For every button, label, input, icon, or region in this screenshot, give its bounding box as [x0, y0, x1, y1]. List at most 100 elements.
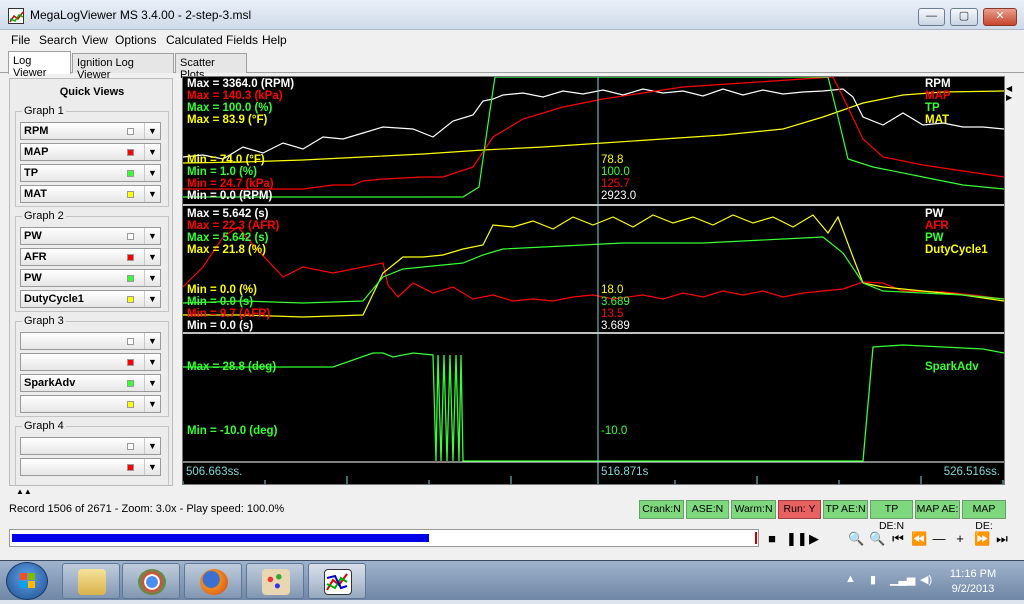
- last-icon[interactable]: ⏭: [995, 531, 1009, 547]
- explorer-icon: [78, 569, 106, 595]
- graph-4-label: Graph 4: [22, 420, 66, 432]
- field-select-empty[interactable]: ▼: [20, 395, 161, 413]
- zoom-out-icon[interactable]: 🔍: [848, 531, 864, 547]
- indicator-tp-ae: TP AE:N: [823, 500, 868, 519]
- field-select-sparkadv[interactable]: SparkAdv ▼: [20, 374, 161, 392]
- indicator-ase: ASE:N: [686, 500, 729, 519]
- status-text: Record 1506 of 2671 - Zoom: 3.0x - Play …: [9, 503, 285, 515]
- progress-fill: [12, 534, 429, 542]
- chevron-down-icon[interactable]: ▼: [144, 186, 160, 202]
- log-chart-area[interactable]: Max = 3364.0 (RPM) Max = 140.3 (kPa) Max…: [182, 76, 1005, 485]
- start-button[interactable]: [6, 562, 48, 600]
- g1-legend-rpm: RPM: [925, 78, 951, 90]
- tab-ignition-log-viewer[interactable]: Ignition Log Viewer: [72, 53, 174, 81]
- chevron-down-icon[interactable]: ▼: [144, 144, 160, 160]
- field-select-empty[interactable]: ▼: [20, 353, 161, 371]
- maximize-button[interactable]: ▢: [950, 8, 978, 26]
- chevron-down-icon[interactable]: ▼: [144, 459, 160, 475]
- chevron-down-icon[interactable]: ▼: [144, 291, 160, 307]
- field-select-empty[interactable]: ▼: [20, 458, 161, 476]
- g1-max-map: Max = 140.3 (kPa): [187, 90, 283, 102]
- title-bar[interactable]: MegaLogViewer MS 3.4.00 - 2-step-3.msl —…: [0, 0, 1024, 30]
- indicator-run: Run: Y: [778, 500, 821, 519]
- taskbar-clock[interactable]: 11:16 PM 9/2/2013: [940, 567, 1006, 597]
- g1-legend-tp: TP: [925, 102, 940, 114]
- graph-scroll-arrows[interactable]: ◀ ▶: [1006, 84, 1012, 102]
- tab-log-viewer[interactable]: Log Viewer: [8, 51, 71, 79]
- field-select-mat[interactable]: MAT ▼: [20, 185, 161, 203]
- tab-scatter-plots[interactable]: Scatter Plots: [175, 53, 247, 81]
- chevron-down-icon[interactable]: ▼: [144, 396, 160, 412]
- clock-time: 11:16 PM: [949, 568, 997, 580]
- field-select-pw-2[interactable]: PW ▼: [20, 269, 161, 287]
- field-select-tp[interactable]: TP ▼: [20, 164, 161, 182]
- graph-2-group: Graph 2 PW ▼ AFR ▼ PW ▼ DutyCycle1 ▼: [15, 210, 169, 312]
- chevron-down-icon[interactable]: ▼: [144, 123, 160, 139]
- network-icon[interactable]: ▁▃▅: [890, 573, 915, 586]
- chevron-down-icon[interactable]: ▼: [144, 438, 160, 454]
- trace-tp: [183, 76, 1005, 198]
- menu-calculated-fields[interactable]: Calculated Fields: [166, 33, 258, 47]
- g2-legend-afr: AFR: [925, 220, 949, 232]
- menu-file[interactable]: File: [11, 33, 30, 47]
- fast-forward-icon[interactable]: ⏩: [974, 531, 990, 547]
- battery-icon[interactable]: ▮: [870, 573, 876, 586]
- menu-view[interactable]: View: [82, 33, 108, 47]
- field-select-dutycycle1[interactable]: DutyCycle1 ▼: [20, 290, 161, 308]
- megalogviewer-icon: [324, 569, 352, 595]
- field-select-map[interactable]: MAP ▼: [20, 143, 161, 161]
- taskbar-explorer[interactable]: [62, 563, 120, 599]
- g1-max-mat: Max = 83.9 (°F): [187, 114, 268, 126]
- chrome-icon: [138, 569, 166, 595]
- play-icon[interactable]: ▶: [807, 531, 821, 547]
- show-hidden-icons-icon[interactable]: ▲: [845, 573, 856, 585]
- g1-min-tp: Min = 1.0 (%): [187, 166, 257, 178]
- graph-4-group: Graph 4 ▼ ▼: [15, 420, 169, 485]
- field-select-empty[interactable]: ▼: [20, 437, 161, 455]
- chevron-down-icon[interactable]: ▼: [144, 333, 160, 349]
- app-window: MegaLogViewer MS 3.4.00 - 2-step-3.msl —…: [0, 0, 1024, 560]
- field-select-rpm[interactable]: RPM ▼: [20, 122, 161, 140]
- taskbar-megalogviewer[interactable]: [308, 563, 366, 599]
- menu-help[interactable]: Help: [262, 33, 287, 47]
- first-icon[interactable]: ⏮: [891, 531, 905, 547]
- minimize-button[interactable]: —: [918, 8, 945, 26]
- stop-icon[interactable]: ■: [765, 531, 779, 547]
- menu-bar: File Search View Options Calculated Fiel…: [0, 30, 1024, 50]
- color-swatch: [127, 443, 134, 450]
- close-button[interactable]: ✕: [983, 8, 1017, 26]
- field-name: RPM: [24, 125, 49, 137]
- chevron-down-icon[interactable]: ▼: [144, 249, 160, 265]
- zoom-in-icon[interactable]: 🔍: [869, 531, 885, 547]
- minus-icon[interactable]: —: [932, 531, 946, 547]
- g2-cursor-dutycycle1: 18.0: [601, 284, 623, 296]
- taskbar-paint[interactable]: [246, 563, 304, 599]
- field-name: DutyCycle1: [24, 293, 84, 305]
- taskbar-chrome[interactable]: [122, 563, 180, 599]
- field-select-empty[interactable]: ▼: [20, 332, 161, 350]
- volume-icon[interactable]: ◀): [920, 573, 932, 586]
- field-select-afr[interactable]: AFR ▼: [20, 248, 161, 266]
- menu-options[interactable]: Options: [115, 33, 156, 47]
- plus-icon[interactable]: +: [953, 531, 967, 547]
- rewind-icon[interactable]: ⏪: [911, 531, 927, 547]
- chevron-down-icon[interactable]: ▼: [144, 375, 160, 391]
- color-swatch: [127, 401, 134, 408]
- menu-search[interactable]: Search: [39, 33, 77, 47]
- g1-max-rpm: Max = 3364.0 (RPM): [187, 78, 294, 90]
- chevron-down-icon[interactable]: ▼: [144, 354, 160, 370]
- chevron-down-icon[interactable]: ▼: [144, 228, 160, 244]
- field-name: MAP: [24, 146, 49, 158]
- g2-legend-dutycycle1: DutyCycle1: [925, 244, 988, 256]
- pause-icon[interactable]: ❚❚: [786, 531, 808, 547]
- tab-strip: Log Viewer Ignition Log Viewer Scatter P…: [0, 51, 1024, 81]
- chevron-down-icon[interactable]: ▼: [144, 270, 160, 286]
- graph-3-group: Graph 3 ▼ ▼ SparkAdv ▼ ▼: [15, 315, 169, 417]
- playback-progress-bar[interactable]: [9, 529, 759, 547]
- panel-collapse-arrows[interactable]: ▲▲: [16, 487, 32, 496]
- chevron-down-icon[interactable]: ▼: [144, 165, 160, 181]
- window-title: MegaLogViewer MS 3.4.00 - 2-step-3.msl: [30, 8, 252, 22]
- taskbar-firefox[interactable]: [184, 563, 242, 599]
- field-select-pw[interactable]: PW ▼: [20, 227, 161, 245]
- indicator-warm: Warm:N: [731, 500, 776, 519]
